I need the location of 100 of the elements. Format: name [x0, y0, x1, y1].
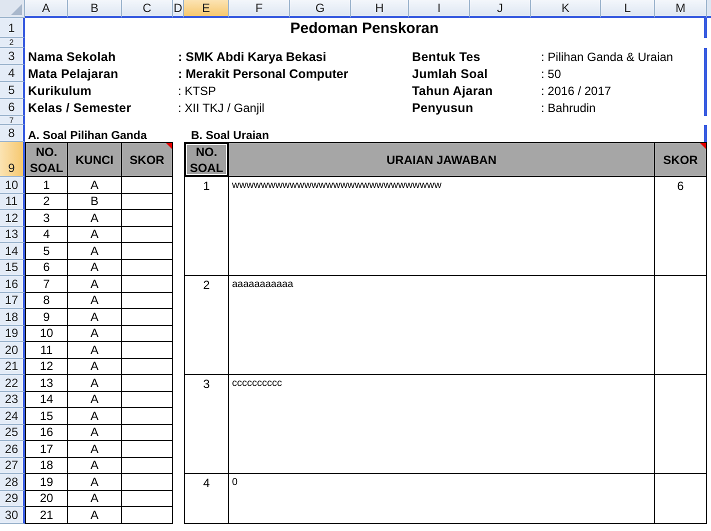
table-cell: A	[68, 507, 122, 524]
table-cell	[122, 392, 173, 408]
row-header[interactable]: 14	[0, 243, 25, 260]
column-header[interactable]: I	[409, 0, 470, 18]
table-cell: 0	[229, 474, 655, 524]
section-title: A. Soal Pilihan Ganda	[27, 129, 148, 142]
table-cell	[122, 441, 173, 458]
table-cell: 13	[25, 375, 68, 392]
table-cell	[122, 408, 173, 424]
row-header[interactable]: 29	[0, 490, 25, 507]
field-label: Kelas / Semester	[27, 100, 132, 116]
column-header[interactable]: C	[122, 0, 173, 18]
table-cell	[122, 309, 173, 326]
row-header[interactable]: 25	[0, 424, 25, 441]
row-header[interactable]: 13	[0, 226, 25, 243]
table-cell	[122, 292, 173, 309]
table-cell: 1	[25, 177, 68, 194]
column-heading: KUNCI	[68, 142, 122, 177]
row-header[interactable]: 6	[0, 99, 25, 116]
table-cell	[122, 424, 173, 441]
column-header[interactable]: D	[173, 0, 184, 18]
row-header[interactable]: 15	[0, 260, 25, 276]
table-cell: 4	[25, 226, 68, 243]
table-cell: A	[68, 226, 122, 243]
table-cell	[122, 358, 173, 375]
table-cell: A	[68, 276, 122, 292]
field-value: : 2016 / 2017	[531, 82, 707, 99]
table-cell: A	[68, 490, 122, 507]
row-header[interactable]: 9	[0, 142, 25, 177]
field-label: Penyusun	[411, 100, 474, 116]
row-header[interactable]: 28	[0, 474, 25, 490]
row-header[interactable]: 23	[0, 392, 25, 408]
table-cell	[122, 326, 173, 342]
table-cell: 6	[655, 177, 707, 276]
row-header[interactable]: 30	[0, 507, 25, 524]
field-label: Jumlah Soal	[411, 66, 489, 82]
row-header[interactable]: 5	[0, 82, 25, 99]
column-header[interactable]: J	[470, 0, 531, 18]
table-cell	[122, 342, 173, 358]
column-header[interactable]: A	[25, 0, 68, 18]
row-header[interactable]: 10	[0, 177, 25, 194]
table-cell	[122, 276, 173, 292]
table-cell: 16	[25, 424, 68, 441]
column-header[interactable]: G	[290, 0, 351, 18]
column-header[interactable]: F	[229, 0, 290, 18]
row-header[interactable]: 22	[0, 375, 25, 392]
row-header[interactable]: 8	[0, 125, 25, 142]
table-cell	[122, 177, 173, 194]
table-cell	[122, 226, 173, 243]
table-cell	[122, 490, 173, 507]
row-header[interactable]: 17	[0, 292, 25, 309]
table-cell: 8	[25, 292, 68, 309]
table-cell: A	[68, 375, 122, 392]
row-header[interactable]: 16	[0, 276, 25, 292]
row-header[interactable]: 4	[0, 65, 25, 82]
row-header[interactable]: 27	[0, 458, 25, 474]
field-label: Bentuk Tes	[411, 48, 482, 65]
row-header[interactable]: 2	[0, 38, 25, 48]
column-header[interactable]: L	[601, 0, 655, 18]
row-header[interactable]: 1	[0, 18, 25, 38]
column-header[interactable]: E	[184, 0, 229, 18]
table-cell	[122, 210, 173, 226]
row-header[interactable]: 21	[0, 358, 25, 375]
table-cell: 12	[25, 358, 68, 375]
sheet-title: Pedoman Penskoran	[25, 18, 707, 38]
row-header[interactable]: 12	[0, 210, 25, 226]
row-header[interactable]: 7	[0, 116, 25, 125]
column-heading: NO. SOAL	[25, 142, 68, 177]
comment-indicator-icon	[700, 143, 706, 149]
row-header[interactable]: 3	[0, 48, 25, 65]
column-header[interactable]: H	[351, 0, 409, 18]
table-cell	[122, 458, 173, 474]
field-value: : Bahrudin	[531, 99, 707, 116]
table-cell: wwwwwwwwwwwwwwwwwwwwwwwwwwwww	[229, 177, 655, 276]
column-header[interactable]: K	[531, 0, 601, 18]
row-header[interactable]: 19	[0, 326, 25, 342]
table-cell: A	[68, 408, 122, 424]
table-cell: 9	[25, 309, 68, 326]
row-header[interactable]: 26	[0, 441, 25, 458]
field-value: : 50	[531, 65, 707, 82]
column-header[interactable]: M	[655, 0, 707, 18]
table-cell: 20	[25, 490, 68, 507]
table-cell	[122, 260, 173, 276]
row-header[interactable]: 11	[0, 194, 25, 210]
table-cell: A	[68, 342, 122, 358]
row-header[interactable]: 24	[0, 408, 25, 424]
row-header[interactable]: 20	[0, 342, 25, 358]
comment-indicator-icon	[166, 143, 172, 149]
table-cell: 2	[184, 276, 229, 375]
column-heading: NO. SOAL	[184, 142, 229, 177]
table-cell: A	[68, 177, 122, 194]
table-cell: 1	[184, 177, 229, 276]
table-cell: 11	[25, 342, 68, 358]
table-cell: A	[68, 458, 122, 474]
field-value: : Merakit Personal Computer	[177, 66, 350, 82]
field-label: Mata Pelajaran	[27, 66, 120, 82]
row-header[interactable]: 18	[0, 309, 25, 326]
column-header[interactable]: B	[68, 0, 122, 18]
table-cell	[122, 243, 173, 260]
table-cell: 18	[25, 458, 68, 474]
